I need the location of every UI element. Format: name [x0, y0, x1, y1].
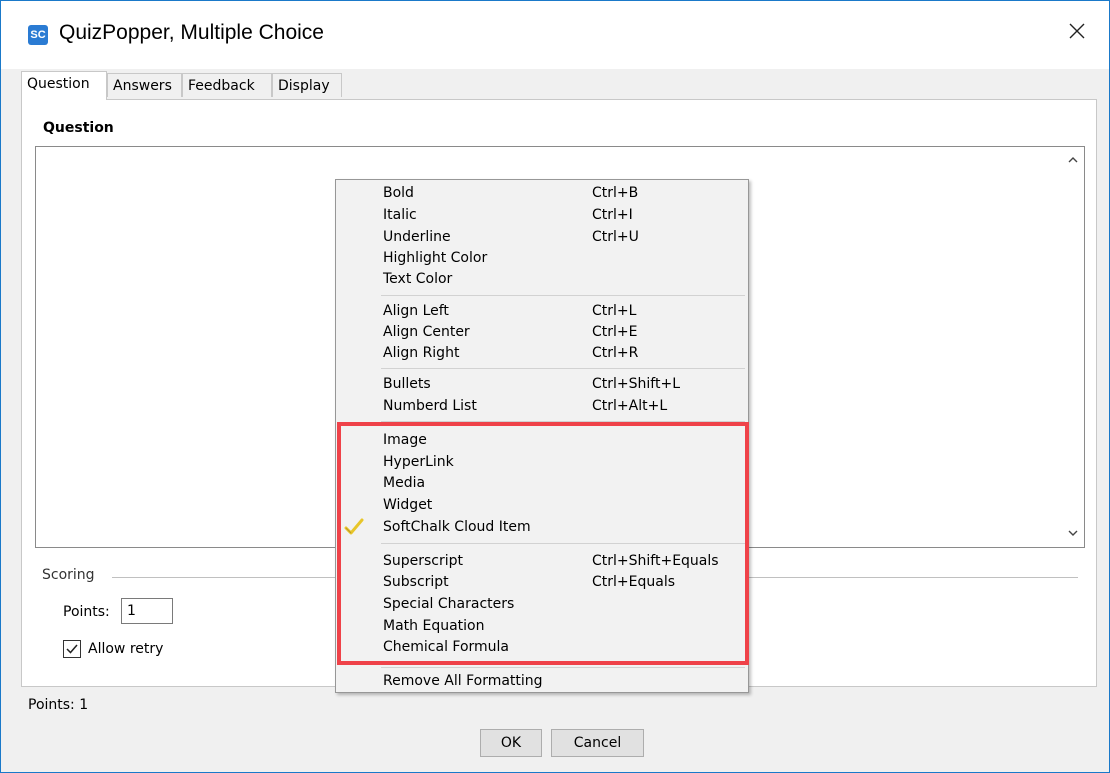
- allow-retry-label[interactable]: Allow retry: [88, 641, 163, 657]
- menu-separator: [381, 421, 745, 422]
- tab-feedback[interactable]: Feedback: [182, 73, 272, 97]
- ok-button[interactable]: OK: [480, 729, 542, 757]
- title-bar: SC QuizPopper, Multiple Choice: [1, 1, 1109, 69]
- tab-question[interactable]: Question: [21, 71, 107, 100]
- close-icon[interactable]: [1065, 19, 1089, 43]
- app-icon: SC: [28, 25, 48, 45]
- scroll-down-icon[interactable]: [1067, 527, 1079, 541]
- scroll-up-icon[interactable]: [1067, 154, 1079, 168]
- menu-separator: [381, 368, 745, 369]
- allow-retry-checkbox[interactable]: [63, 640, 81, 658]
- scoring-legend: Scoring: [42, 567, 95, 583]
- points-input[interactable]: 1: [121, 598, 173, 624]
- menu-separator: [381, 295, 745, 296]
- dialog-window: SC QuizPopper, Multiple Choice Question …: [0, 0, 1110, 773]
- context-menu: Bold Ctrl+B Italic Ctrl+I Underline Ctrl+U …: [335, 179, 749, 693]
- cloud-check-icon: [344, 517, 364, 537]
- tab-display[interactable]: Display: [272, 73, 342, 97]
- cancel-button[interactable]: Cancel: [551, 729, 644, 757]
- tab-answers[interactable]: Answers: [107, 73, 182, 97]
- menu-separator: [381, 543, 745, 544]
- points-label: Points:: [63, 604, 110, 620]
- menu-separator: [381, 667, 745, 668]
- editor-scrollbar[interactable]: [1062, 147, 1084, 547]
- status-points: Points: 1: [28, 697, 89, 713]
- question-heading: Question: [43, 120, 114, 136]
- window-title: QuizPopper, Multiple Choice: [59, 21, 324, 44]
